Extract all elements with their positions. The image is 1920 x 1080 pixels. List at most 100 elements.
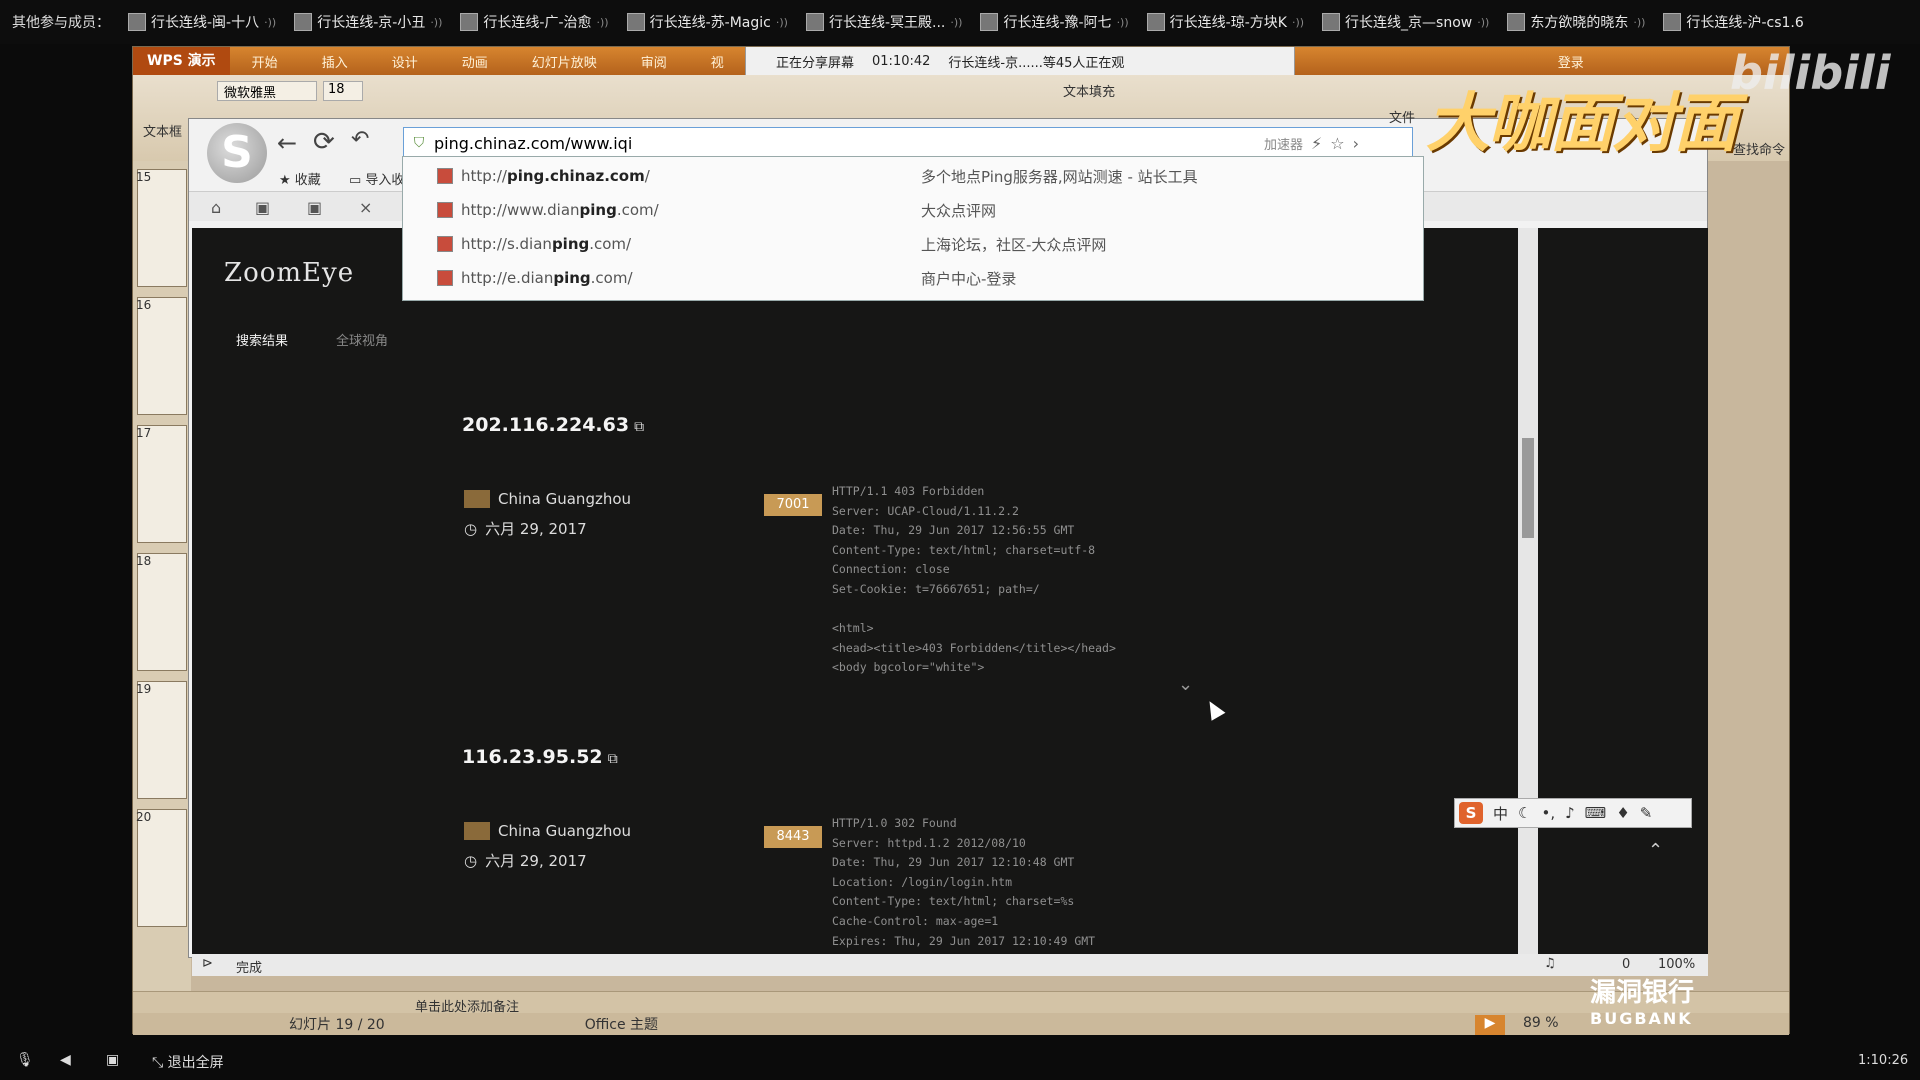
stream-title-watermark: 大咖面对面: [1426, 87, 1738, 161]
address-bar[interactable]: ⛉ 加速器 ⚡ ☆ ›: [403, 127, 1413, 159]
browser-zoom[interactable]: 100%: [1658, 957, 1695, 972]
volume-icon: ·)): [1633, 15, 1646, 29]
participant[interactable]: 行长连线-苏-Magic ·)): [626, 12, 788, 32]
wps-app-menu[interactable]: WPS 演示: [133, 47, 230, 75]
tab-review[interactable]: 审阅: [619, 52, 689, 71]
tab-slideshow[interactable]: 幻灯片放映: [510, 52, 619, 71]
participant[interactable]: 行长连线-沪-cs1.6: [1663, 12, 1804, 32]
slide-thumb[interactable]: 20: [136, 809, 187, 927]
participant[interactable]: 行长连线_京—snow ·)): [1322, 12, 1489, 32]
undo-icon[interactable]: ↶: [351, 127, 369, 152]
participants-label: 其他参与成员：: [12, 15, 110, 31]
tab-global-view[interactable]: 全球视角: [336, 330, 388, 349]
close-icon[interactable]: ×: [359, 198, 372, 217]
mic-icon[interactable]: ♪: [1565, 804, 1575, 822]
accelerator-button[interactable]: 加速器: [1264, 134, 1303, 153]
wrench-icon[interactable]: ✎: [1640, 804, 1653, 822]
scrollbar-thumb[interactable]: [1522, 438, 1534, 538]
participant[interactable]: 行长连线-豫-阿七 ·)): [980, 12, 1129, 32]
suggestion-item[interactable]: http://www.dianping.com/ 大众点评网: [403, 193, 1423, 227]
speaker-icon[interactable]: ◀: [60, 1052, 71, 1068]
slide-thumb[interactable]: 17: [136, 425, 187, 543]
share-viewers: 行长连线-京......等45人正在观: [948, 55, 1125, 71]
result-banner: HTTP/1.1 403 Forbidden Server: UCAP-Clou…: [832, 484, 1116, 675]
screen-share-status: 正在分享屏幕 01:10:42 行长连线-京......等45人正在观: [745, 47, 1295, 75]
result-ip[interactable]: 116.23.95.52: [462, 746, 603, 768]
zoomeye-logo[interactable]: ZoomEye: [224, 258, 354, 288]
shirt-icon[interactable]: ♦: [1616, 804, 1629, 822]
sogou-browser-logo[interactable]: S: [207, 123, 267, 183]
slide-thumb[interactable]: 18: [136, 553, 187, 671]
participant[interactable]: 行长连线-广-治愈 ·)): [460, 12, 609, 32]
result-item: 202.116.224.63 ⧉: [462, 414, 644, 436]
port-badge[interactable]: 8443: [764, 826, 822, 848]
bolt-icon[interactable]: ⚡: [1311, 134, 1322, 153]
volume-icon: ·)): [1477, 15, 1490, 29]
suggestion-item[interactable]: http://ping.chinaz.com/ 多个地点Ping服务器,网站测速…: [403, 159, 1423, 193]
speaker-icon[interactable]: ♫: [1544, 956, 1556, 971]
mic-muted-icon[interactable]: 🎙: [16, 1052, 34, 1068]
address-input[interactable]: [434, 133, 1254, 153]
panel-icon[interactable]: ⊳: [202, 956, 213, 971]
port-badge[interactable]: 7001: [764, 494, 822, 516]
slide-count: 幻灯片 19 / 20: [289, 1017, 385, 1033]
sogou-ime-icon[interactable]: S: [1459, 802, 1483, 824]
tab-icon[interactable]: ▣: [307, 198, 322, 217]
login-button[interactable]: 登录: [1536, 52, 1606, 71]
zoom-level[interactable]: 89 %: [1523, 1015, 1559, 1031]
copy-icon[interactable]: ⧉: [608, 751, 618, 767]
chevron-down-icon[interactable]: ⌄: [1178, 674, 1193, 695]
suggestion-item[interactable]: http://s.dianping.com/ 上海论坛，社区-大众点评网: [403, 227, 1423, 261]
camera-off-icon[interactable]: ▣: [106, 1052, 119, 1068]
avatar: [980, 13, 999, 31]
tab-insert[interactable]: 插入: [300, 52, 370, 71]
suggestion-item[interactable]: http://e.dianping.com/ 商户中心-登录: [403, 261, 1423, 295]
tab-search-results[interactable]: 搜索结果: [236, 330, 288, 349]
tab-animation[interactable]: 动画: [440, 52, 510, 71]
shield-icon: ⛉: [413, 135, 425, 151]
participant[interactable]: 行长连线-琼-方块K ·)): [1146, 12, 1304, 32]
exit-fullscreen-button[interactable]: ⤡ 退出全屏: [152, 1052, 224, 1072]
theme-name: Office 主题: [584, 1017, 659, 1033]
result-item: 116.23.95.52 ⧉: [462, 746, 618, 768]
result-ip[interactable]: 202.116.224.63: [462, 414, 629, 436]
slide-thumb[interactable]: 16: [136, 297, 187, 415]
font-name-select[interactable]: 微软雅黑: [217, 81, 317, 101]
home-icon[interactable]: ⌂: [211, 198, 221, 217]
text-fill-button[interactable]: 文本填充: [1063, 81, 1115, 100]
tab-icon[interactable]: ▣: [255, 198, 270, 217]
keyboard-icon[interactable]: ⌨: [1585, 804, 1607, 822]
tab-view[interactable]: 视: [689, 52, 746, 71]
chevron-right-icon[interactable]: ›: [1353, 134, 1359, 153]
moon-icon[interactable]: ☾: [1518, 804, 1531, 822]
star-icon[interactable]: ☆: [1330, 134, 1344, 153]
play-icon[interactable]: ▶: [1475, 1015, 1505, 1035]
volume-icon: ·)): [430, 15, 443, 29]
participant[interactable]: 行长连线-京-小丑 ·)): [294, 12, 442, 32]
wps-statusbar: 幻灯片 19 / 20 Office 主题 ▶ 89 %: [133, 1013, 1789, 1035]
import-button[interactable]: ▭ 导入收: [349, 169, 404, 188]
chevron-up-icon[interactable]: ⌃: [1648, 840, 1663, 861]
punct-icon[interactable]: •,: [1541, 804, 1555, 822]
font-size-select[interactable]: 18: [323, 81, 363, 101]
menu-file[interactable]: 文件: [1389, 107, 1415, 126]
page-scrollbar[interactable]: [1518, 228, 1538, 954]
tab-design[interactable]: 设计: [370, 52, 440, 71]
back-icon[interactable]: ←: [277, 129, 297, 157]
favorites-button[interactable]: ★ 收藏: [279, 169, 321, 188]
slide-thumb-selected[interactable]: 19: [136, 681, 187, 799]
participant[interactable]: 行长连线-冥王殿... ·)): [805, 12, 963, 32]
copy-icon[interactable]: ⧉: [634, 419, 644, 435]
participant[interactable]: 行长连线-闽-十八 ·)): [128, 12, 276, 32]
slide-thumbnails: 15 16 17 18 19 20: [133, 161, 191, 991]
tab-home[interactable]: 开始: [230, 52, 300, 71]
avatar: [805, 13, 824, 31]
bugbank-logo: 漏洞银行 BUGBANK: [1590, 978, 1695, 1028]
ime-mode[interactable]: 中: [1493, 803, 1508, 824]
find-command[interactable]: 查找命令: [1733, 139, 1785, 158]
volume-icon: ·)): [950, 15, 963, 29]
refresh-icon[interactable]: ⟳: [313, 127, 335, 157]
participant[interactable]: 东方欲晓的晓东 ·)): [1507, 12, 1645, 32]
slide-thumb[interactable]: 15: [136, 169, 187, 287]
text-box-button[interactable]: 文本框: [143, 121, 182, 140]
